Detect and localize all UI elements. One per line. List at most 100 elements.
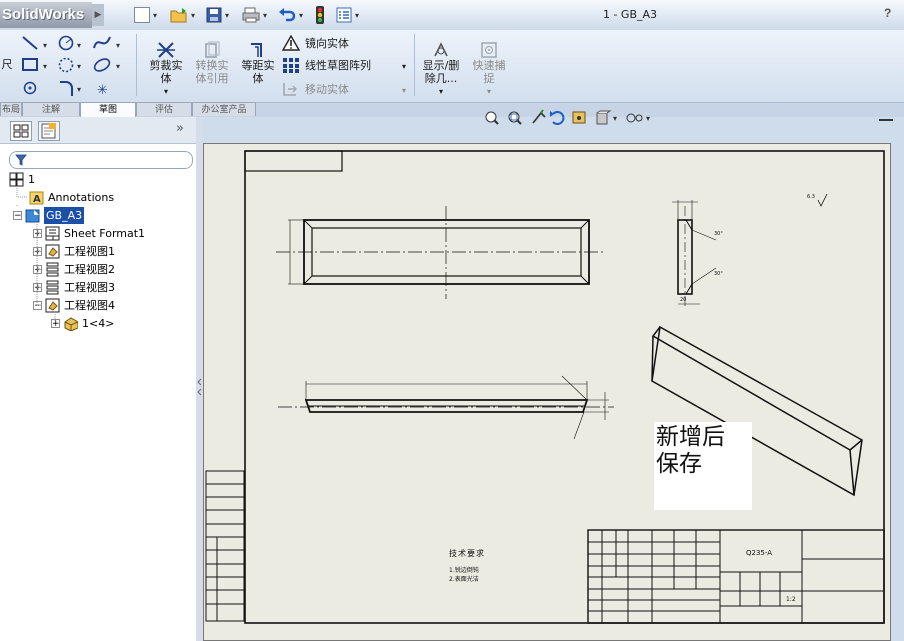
title-bar: SolidWorks ▶ ▾ ▾ ▾ ▾ ▾ ▾ 1 - GB_A3 ? xyxy=(0,0,904,31)
splitter-grip-icon xyxy=(197,378,202,396)
save-disk-icon xyxy=(206,7,222,23)
chevron-down-icon: ▾ xyxy=(438,87,443,96)
circle-icon[interactable]: ▾ xyxy=(58,35,82,51)
ellipse-icon[interactable]: ▾ xyxy=(93,57,120,74)
mirror-label: 镜向实体 xyxy=(305,36,349,50)
svg-text:▾: ▾ xyxy=(43,62,47,71)
drawing-sheet[interactable]: 30° 30° 20 Q235-A 1:2 技术要求 1.锐边倒钝 2.表面光洁… xyxy=(203,143,891,641)
open-button[interactable]: ▾ xyxy=(170,5,195,25)
new-document-button[interactable]: ▾ xyxy=(134,5,157,25)
technical-requirement-2: 2.表面光洁 xyxy=(449,576,479,583)
svg-text:30°: 30° xyxy=(714,231,723,237)
chevron-down-icon: ▾ xyxy=(153,10,158,20)
fillet-icon[interactable]: ▾ xyxy=(60,81,81,96)
svg-text:▾: ▾ xyxy=(116,41,120,50)
offset-entities-button[interactable]: 等距实 体 xyxy=(236,41,280,85)
display-delete-relations-button[interactable]: 显示/删 除几... ▾ xyxy=(418,41,464,98)
smart-dimension-partial-label[interactable]: 尺 xyxy=(0,58,14,71)
rectangle-icon[interactable]: ▾ xyxy=(22,58,47,71)
roughness-value: 6.3 xyxy=(807,194,815,200)
help-button[interactable]: ? xyxy=(884,6,898,22)
open-folder-icon xyxy=(170,8,187,23)
quick-snaps-icon xyxy=(481,42,497,58)
chevron-down-icon: ▾ xyxy=(299,10,304,20)
chevron-down-icon[interactable]: ▾ xyxy=(402,60,406,73)
convert-entities-icon xyxy=(205,41,220,58)
svg-text:▾: ▾ xyxy=(77,41,81,50)
tree-item-label: 1<4> xyxy=(82,317,115,330)
line-icon[interactable]: ▾ xyxy=(22,36,47,50)
collapse-panel-icon[interactable]: » xyxy=(176,121,184,136)
spline-icon[interactable]: ▾ xyxy=(93,36,120,50)
mirror-warning-icon xyxy=(282,35,300,51)
roughness-symbol xyxy=(817,193,828,207)
panel-splitter[interactable] xyxy=(196,117,203,641)
hide-show-icon[interactable] xyxy=(572,111,586,124)
linear-pattern-icon xyxy=(283,58,299,73)
display-delete-label-line1: 显示/删 xyxy=(422,59,460,72)
chevron-down-icon: ▾ xyxy=(163,87,168,96)
print-button[interactable]: ▾ xyxy=(242,5,267,25)
rebuild-button[interactable] xyxy=(314,5,326,25)
svg-text:▾: ▾ xyxy=(116,62,120,71)
minimize-graphics-icon[interactable] xyxy=(879,115,893,121)
title-block xyxy=(587,529,885,624)
save-button[interactable]: ▾ xyxy=(206,5,229,25)
command-manager-tabs: 布局 注解 草图 评估 办公室产品 xyxy=(0,102,256,117)
rebuild-view-icon[interactable] xyxy=(550,111,565,125)
top-view-drawing xyxy=(276,206,606,299)
sketch-tools-group: ▾ ▾ ▾ ▾ ▾ ▾ ▾ ✳ xyxy=(22,35,120,98)
trim-entities-button[interactable]: 剪裁实 体 ▾ xyxy=(144,41,188,98)
traffic-light-icon xyxy=(316,6,324,24)
tab-annotation[interactable]: 注解 xyxy=(22,102,80,116)
convert-label-line2: 体引用 xyxy=(195,72,229,85)
chevron-down-icon: ▾ xyxy=(191,10,196,20)
sheet-border xyxy=(244,150,885,624)
mirror-entities-button[interactable]: 镜向实体 xyxy=(282,34,349,52)
view-settings-icon[interactable]: ▾ xyxy=(626,113,650,123)
svg-text:30°: 30° xyxy=(714,271,723,277)
convert-label-line1: 转换实 xyxy=(195,59,229,72)
linear-pattern-button[interactable]: 线性草图阵列 xyxy=(282,56,371,74)
heads-up-view-toolbar: ▾ ▾ xyxy=(485,109,650,125)
undo-button[interactable]: ▾ xyxy=(278,5,303,25)
title-block-scale: 1:2 xyxy=(786,596,796,603)
zoom-to-fit-icon[interactable] xyxy=(485,111,499,125)
zoom-to-area-icon[interactable] xyxy=(508,111,522,125)
move-entities-button[interactable]: 移动实体 xyxy=(282,80,349,98)
tab-sketch[interactable]: 草图 xyxy=(80,102,136,117)
quick-snaps-label-line1: 快速捕 xyxy=(472,59,506,72)
note-line-1: 新增后 xyxy=(656,424,725,450)
app-menu-arrow-icon[interactable]: ▶ xyxy=(92,4,104,26)
chevron-down-icon: ▾ xyxy=(402,86,407,95)
left-margin-table xyxy=(205,470,245,622)
chevron-down-icon: ▾ xyxy=(263,10,268,20)
slot-icon[interactable]: ▾ xyxy=(58,57,82,73)
svg-text:▾: ▾ xyxy=(77,62,81,71)
polygon-icon[interactable] xyxy=(23,81,37,95)
drawing-sheet-graphics: 30° 30° 20 xyxy=(205,150,885,624)
command-manager-ribbon: 尺 ▾ ▾ ▾ ▾ ▾ ▾ ▾ ✳ 剪裁实 体 ▾ 转换实 体引用 等距实 体 … xyxy=(0,30,904,103)
move-entities-icon xyxy=(283,83,297,96)
tab-layout[interactable]: 布局 xyxy=(0,102,22,116)
previous-view-icon[interactable] xyxy=(532,109,546,124)
options-button[interactable]: ▾ xyxy=(336,5,359,25)
linear-pattern-label: 线性草图阵列 xyxy=(305,58,371,72)
quick-snaps-button[interactable]: 快速捕 捉 ▾ xyxy=(466,41,512,98)
tab-office-products[interactable]: 办公室产品 xyxy=(192,102,256,116)
convert-entities-button[interactable]: 转换实 体引用 xyxy=(190,41,234,85)
trim-label-line2: 体 xyxy=(160,72,172,85)
note-line-2: 保存 xyxy=(656,451,702,477)
offset-label-line2: 体 xyxy=(252,72,264,85)
display-delete-label-line2: 除几... xyxy=(424,72,458,85)
side-view-drawing: 30° 30° 20 xyxy=(672,200,723,306)
options-list-icon xyxy=(336,7,352,23)
trim-icon xyxy=(157,42,175,58)
note-sticker-text: 新增后 保存 xyxy=(656,424,725,478)
app-logo[interactable]: SolidWorks xyxy=(0,2,92,28)
display-style-icon[interactable]: ▾ xyxy=(596,110,617,125)
point-icon[interactable]: ✳ xyxy=(97,83,108,98)
svg-text:▾: ▾ xyxy=(77,85,81,94)
undo-icon xyxy=(279,8,296,22)
tab-evaluate[interactable]: 评估 xyxy=(136,102,192,116)
